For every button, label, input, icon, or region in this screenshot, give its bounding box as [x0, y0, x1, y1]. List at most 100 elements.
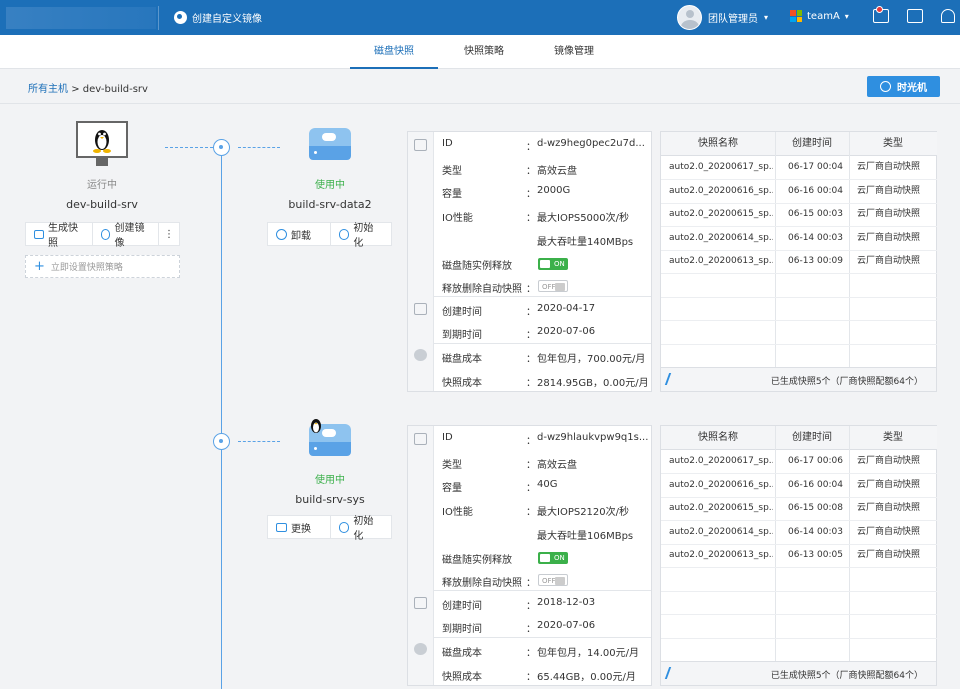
- colon: ：: [526, 189, 536, 200]
- divider: [0, 103, 960, 104]
- tab-snapshot-policy[interactable]: 快照策略: [440, 35, 528, 69]
- disk-throughput: 最大吞吐量106MBps: [537, 531, 634, 542]
- reinitialize-button[interactable]: 初始化: [329, 223, 392, 249]
- delete-auto-snapshot-toggle[interactable]: OFF: [538, 280, 568, 292]
- release-with-instance-toggle[interactable]: ON: [538, 258, 568, 270]
- created-label: 创建时间: [442, 307, 482, 318]
- snapshot-cost: 2814.95GB，0.00元/月: [537, 378, 649, 389]
- colon: ：: [526, 483, 536, 494]
- snapshot-name-cell[interactable]: auto2.0_20200617_sp...: [669, 156, 773, 180]
- release-with-instance-toggle[interactable]: ON: [538, 552, 568, 564]
- id-label: ID: [442, 138, 453, 149]
- more-menu-button[interactable]: ⋮: [158, 223, 179, 245]
- colon: ：: [526, 578, 536, 589]
- snapshot-type-cell: 云厂商自动快照: [857, 185, 921, 196]
- reinitialize-label: 初始化: [353, 516, 374, 542]
- snapshot-time-cell: 06-15 00:03: [788, 209, 843, 219]
- type-label: 类型: [442, 166, 462, 177]
- breadcrumb-all-hosts[interactable]: 所有主机: [28, 84, 68, 95]
- delete-auto-snapshot-label: 释放删除自动快照: [442, 578, 522, 589]
- snapshot-name-cell[interactable]: auto2.0_20200613_sp...: [669, 250, 773, 274]
- replace-button[interactable]: 更换: [268, 516, 330, 538]
- row-divider: [661, 320, 937, 321]
- unplug-icon: [276, 228, 287, 240]
- snapshot-type-cell: 云厂商自动快照: [857, 162, 921, 172]
- host-monitor-icon: [76, 121, 128, 158]
- snapshot-count: 已生成快照5个（厂商快照配额64个）: [770, 671, 923, 681]
- snapshot-name-cell[interactable]: auto2.0_20200613_sp...: [669, 544, 773, 568]
- snapshot-name-cell[interactable]: auto2.0_20200616_sp...: [669, 180, 773, 204]
- row-divider: [661, 591, 937, 592]
- snapshot-name-cell[interactable]: auto2.0_20200617_sp...: [669, 450, 773, 474]
- row-divider: [661, 614, 937, 615]
- disk-actions: 更换 初始化: [267, 515, 392, 542]
- snapshot-name-cell[interactable]: auto2.0_20200614_sp...: [669, 227, 773, 251]
- set-snapshot-policy-link[interactable]: + 立即设置快照策略: [25, 255, 180, 278]
- disk-info-card: ID ： d-wz9heg0pec2u7d... 类型 ： 高效云盘 容量 ： …: [407, 131, 652, 392]
- colon: ：: [526, 330, 536, 341]
- snapshot-cost-label: 快照成本: [442, 378, 482, 389]
- snapshot-name-cell[interactable]: auto2.0_20200616_sp...: [669, 474, 773, 498]
- disc-icon: [100, 228, 111, 240]
- colon: ：: [526, 460, 536, 471]
- tab-disk-snapshot[interactable]: 磁盘快照: [350, 35, 438, 69]
- team-label: teamA: [807, 10, 840, 22]
- team-switcher[interactable]: teamA ▾: [790, 10, 849, 22]
- release-with-instance-label: 磁盘随实例释放: [442, 261, 512, 272]
- snapshot-time-cell: 06-16 00:04: [788, 479, 843, 490]
- disk-type: 高效云盘: [537, 166, 577, 177]
- snapshot-name-cell[interactable]: auto2.0_20200615_sp...: [669, 497, 773, 521]
- chevron-down-icon: ▾: [844, 11, 849, 21]
- refresh-icon: [338, 228, 350, 240]
- column-header-type: 类型: [849, 426, 937, 450]
- column-header-name: 快照名称: [661, 426, 775, 450]
- release-with-instance-label: 磁盘随实例释放: [442, 555, 512, 566]
- cost-icon: [414, 349, 427, 361]
- user-menu[interactable]: 团队管理员 ▾: [677, 5, 768, 30]
- create-image-link[interactable]: 创建自定义镜像: [174, 10, 262, 25]
- plus-icon: +: [34, 259, 45, 274]
- team-icon: [790, 10, 802, 22]
- table-footer: 已生成快照5个（厂商快照配额64个）: [661, 661, 936, 685]
- create-image-button[interactable]: 创建镜像: [91, 223, 159, 249]
- notification-dot: [876, 6, 883, 13]
- type-label: 类型: [442, 460, 462, 471]
- disk-status: 使用中: [315, 180, 345, 191]
- snapshot-time-cell: 06-16 00:04: [788, 185, 843, 196]
- monitor-stand: [96, 158, 108, 166]
- snapshot-time-cell: 06-14 00:03: [788, 232, 843, 243]
- created-date: 2020-04-17: [537, 303, 596, 314]
- swap-icon: [276, 522, 287, 532]
- broom-icon[interactable]: [664, 373, 680, 385]
- tree-node: [213, 139, 230, 156]
- time-machine-button[interactable]: 时光机: [867, 76, 940, 97]
- refresh-icon: [338, 521, 350, 533]
- tab-image-management[interactable]: 镜像管理: [530, 35, 618, 69]
- headset-icon[interactable]: [941, 9, 955, 23]
- snapshot-type-cell: 云厂商自动快照: [857, 503, 921, 513]
- disk-iops: 最大IOPS2120次/秒: [537, 507, 630, 518]
- task-icon[interactable]: [907, 9, 923, 23]
- snapshot-name-cell[interactable]: auto2.0_20200615_sp...: [669, 203, 773, 227]
- tree-node: [213, 433, 230, 450]
- delete-auto-snapshot-toggle[interactable]: OFF: [538, 574, 568, 586]
- logo: [6, 7, 156, 29]
- snapshot-time-cell: 06-13 00:05: [788, 550, 843, 560]
- colon: ：: [526, 213, 536, 224]
- colon: ：: [526, 166, 536, 177]
- reinitialize-label: 初始化: [353, 223, 374, 249]
- breadcrumb-separator: >: [71, 84, 80, 95]
- detach-button[interactable]: 卸载: [268, 223, 330, 245]
- host-status: 运行中: [87, 180, 117, 191]
- clock-icon: [880, 81, 891, 92]
- broom-icon[interactable]: [664, 667, 680, 679]
- disk-actions: 卸载 初始化: [267, 222, 392, 249]
- delete-auto-snapshot-label: 释放删除自动快照: [442, 284, 522, 295]
- create-snapshot-button[interactable]: 生成快照: [26, 223, 92, 249]
- divider: [158, 6, 159, 30]
- tree-trunk: [221, 147, 222, 689]
- snapshot-name-cell[interactable]: auto2.0_20200614_sp...: [669, 521, 773, 545]
- snapshot-time-cell: 06-13 00:09: [788, 256, 843, 266]
- disk-capacity: 40G: [537, 479, 558, 490]
- reinitialize-button[interactable]: 初始化: [329, 516, 392, 542]
